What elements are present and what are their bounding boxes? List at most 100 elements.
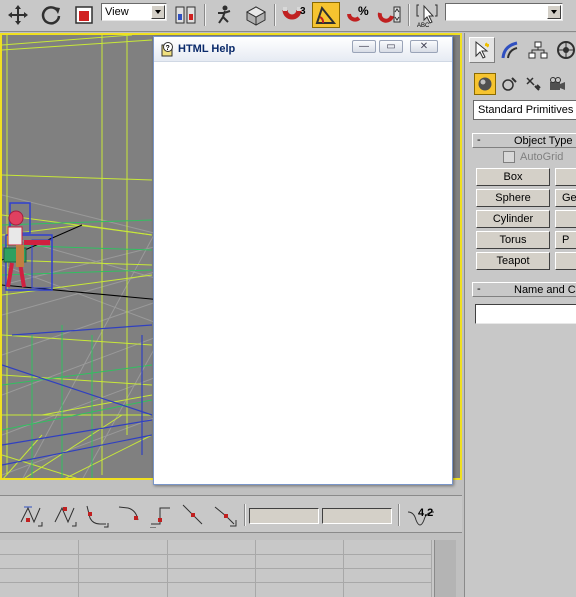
chevron-down-icon bbox=[547, 5, 561, 19]
reference-coord-select[interactable]: View bbox=[101, 3, 167, 21]
vertical-scrollbar[interactable] bbox=[434, 540, 456, 597]
grid-row bbox=[0, 582, 432, 583]
svg-text:?: ? bbox=[166, 45, 170, 52]
toolbar-separator bbox=[274, 4, 276, 26]
pyramid-button-label: P bbox=[562, 234, 570, 246]
svg-text:ABC: ABC bbox=[417, 23, 430, 28]
cylinder-button[interactable]: Cylinder bbox=[476, 210, 550, 228]
named-selection-set-select[interactable] bbox=[445, 3, 563, 21]
tab-motion[interactable] bbox=[553, 37, 576, 63]
teapot-button-label: Teapot bbox=[496, 255, 530, 267]
key-time-field[interactable] bbox=[249, 508, 319, 524]
percent-snap-label: % bbox=[358, 4, 369, 18]
torus-button[interactable]: Torus bbox=[476, 231, 550, 249]
plane-button[interactable] bbox=[555, 252, 576, 270]
toolbar-separator bbox=[408, 4, 410, 26]
teapot-button[interactable]: Teapot bbox=[476, 252, 550, 270]
tab-hierarchy[interactable] bbox=[525, 37, 551, 63]
pivot-icon[interactable] bbox=[172, 2, 200, 28]
tube-button[interactable] bbox=[555, 210, 576, 228]
select-manipulate-icon[interactable] bbox=[210, 2, 238, 28]
close-button[interactable]: ✕ bbox=[410, 40, 438, 53]
maximize-icon: ▭ bbox=[386, 41, 396, 52]
track-grid[interactable] bbox=[0, 540, 456, 597]
scale-icon[interactable] bbox=[70, 2, 98, 28]
toolbar-separator bbox=[204, 4, 206, 26]
command-panel: Standard Primitives - Object Type AutoGr… bbox=[464, 33, 576, 597]
spinner-snap-icon[interactable] bbox=[376, 2, 404, 28]
sphere-icon bbox=[478, 77, 492, 91]
grid-column bbox=[167, 540, 168, 597]
box-button[interactable]: Box bbox=[476, 168, 550, 186]
geosphere-button-label: Ge bbox=[562, 192, 576, 204]
autogrid-check-box[interactable] bbox=[503, 151, 515, 163]
curve-value-label: 4.2 bbox=[418, 507, 434, 519]
snap-3d-icon[interactable]: 3 bbox=[280, 2, 308, 28]
grid-row bbox=[0, 568, 432, 569]
tangent-slow-icon[interactable] bbox=[114, 501, 144, 529]
collapse-icon: - bbox=[477, 134, 481, 146]
collapse-icon: - bbox=[477, 283, 481, 295]
key-value-field[interactable] bbox=[322, 508, 392, 524]
grid-column bbox=[431, 540, 432, 597]
light-icon bbox=[526, 77, 541, 91]
curve-toolbar: 4.2 bbox=[0, 495, 462, 533]
tangent-auto-icon[interactable] bbox=[50, 501, 80, 529]
tangent-smooth-icon[interactable] bbox=[16, 501, 46, 529]
move-icon[interactable] bbox=[4, 2, 32, 28]
geosphere-button[interactable]: Ge bbox=[555, 189, 576, 207]
tangent-custom-icon[interactable] bbox=[210, 501, 240, 529]
reference-coord-value: View bbox=[105, 6, 129, 18]
main-toolbar: View 3 % ABC bbox=[0, 0, 576, 32]
name-color-rollout-header[interactable]: - Name and Color bbox=[472, 282, 576, 297]
html-help-window[interactable]: ? HTML Help — ▭ ✕ bbox=[153, 36, 453, 485]
keyboard-shortcut-icon[interactable] bbox=[242, 2, 270, 28]
edit-named-selection-icon[interactable]: ABC bbox=[413, 2, 441, 28]
grid-column bbox=[255, 540, 256, 597]
close-icon: ✕ bbox=[419, 41, 429, 52]
percent-snap-icon[interactable]: % bbox=[344, 2, 372, 28]
rotate-icon[interactable] bbox=[37, 2, 65, 28]
tangent-step-icon[interactable] bbox=[146, 501, 176, 529]
modify-tab-icon bbox=[501, 41, 518, 59]
object-category-select[interactable]: Standard Primitives bbox=[473, 100, 576, 120]
object-name-input[interactable] bbox=[475, 304, 576, 324]
shapes-icon bbox=[502, 77, 517, 91]
object-type-header: Object Type bbox=[514, 135, 573, 147]
torus-button-label: Torus bbox=[499, 234, 527, 246]
sphere-button-label: Sphere bbox=[495, 192, 531, 204]
grid-column bbox=[343, 540, 344, 597]
shapes-category-button[interactable] bbox=[498, 73, 520, 95]
cone-button[interactable] bbox=[555, 168, 576, 186]
geometry-category-button[interactable] bbox=[474, 73, 496, 95]
help-content-area[interactable] bbox=[154, 63, 452, 484]
hierarchy-tab-icon bbox=[528, 41, 548, 59]
camera-icon bbox=[550, 77, 565, 90]
sphere-button[interactable]: Sphere bbox=[476, 189, 550, 207]
name-color-header: Name and Color bbox=[514, 284, 576, 296]
toolbar-separator bbox=[244, 504, 246, 526]
minimize-icon: — bbox=[359, 41, 369, 52]
grid-column bbox=[78, 540, 79, 597]
chevron-down-icon bbox=[151, 5, 165, 19]
object-category-value: Standard Primitives bbox=[478, 104, 574, 116]
create-tab-icon bbox=[475, 40, 489, 59]
tab-create[interactable] bbox=[469, 37, 495, 63]
autogrid-checkbox[interactable]: AutoGrid bbox=[503, 151, 563, 163]
help-window-titlebar[interactable]: ? HTML Help — ▭ ✕ bbox=[154, 37, 452, 62]
object-type-rollout-header[interactable]: - Object Type bbox=[472, 133, 576, 148]
cameras-category-button[interactable] bbox=[546, 73, 568, 95]
tangent-fast-icon[interactable] bbox=[82, 501, 112, 529]
box-button-label: Box bbox=[503, 171, 523, 183]
lights-category-button[interactable] bbox=[522, 73, 544, 95]
tab-modify[interactable] bbox=[497, 37, 523, 63]
pyramid-button[interactable]: P bbox=[555, 231, 576, 249]
angle-snap-icon[interactable] bbox=[312, 2, 340, 28]
grid-row bbox=[0, 554, 432, 555]
help-window-title: HTML Help bbox=[178, 43, 236, 55]
cylinder-button-label: Cylinder bbox=[492, 213, 534, 225]
motion-tab-icon bbox=[557, 41, 575, 59]
minimize-button[interactable]: — bbox=[352, 40, 376, 53]
maximize-button[interactable]: ▭ bbox=[379, 40, 403, 53]
tangent-linear-icon[interactable] bbox=[178, 501, 208, 529]
